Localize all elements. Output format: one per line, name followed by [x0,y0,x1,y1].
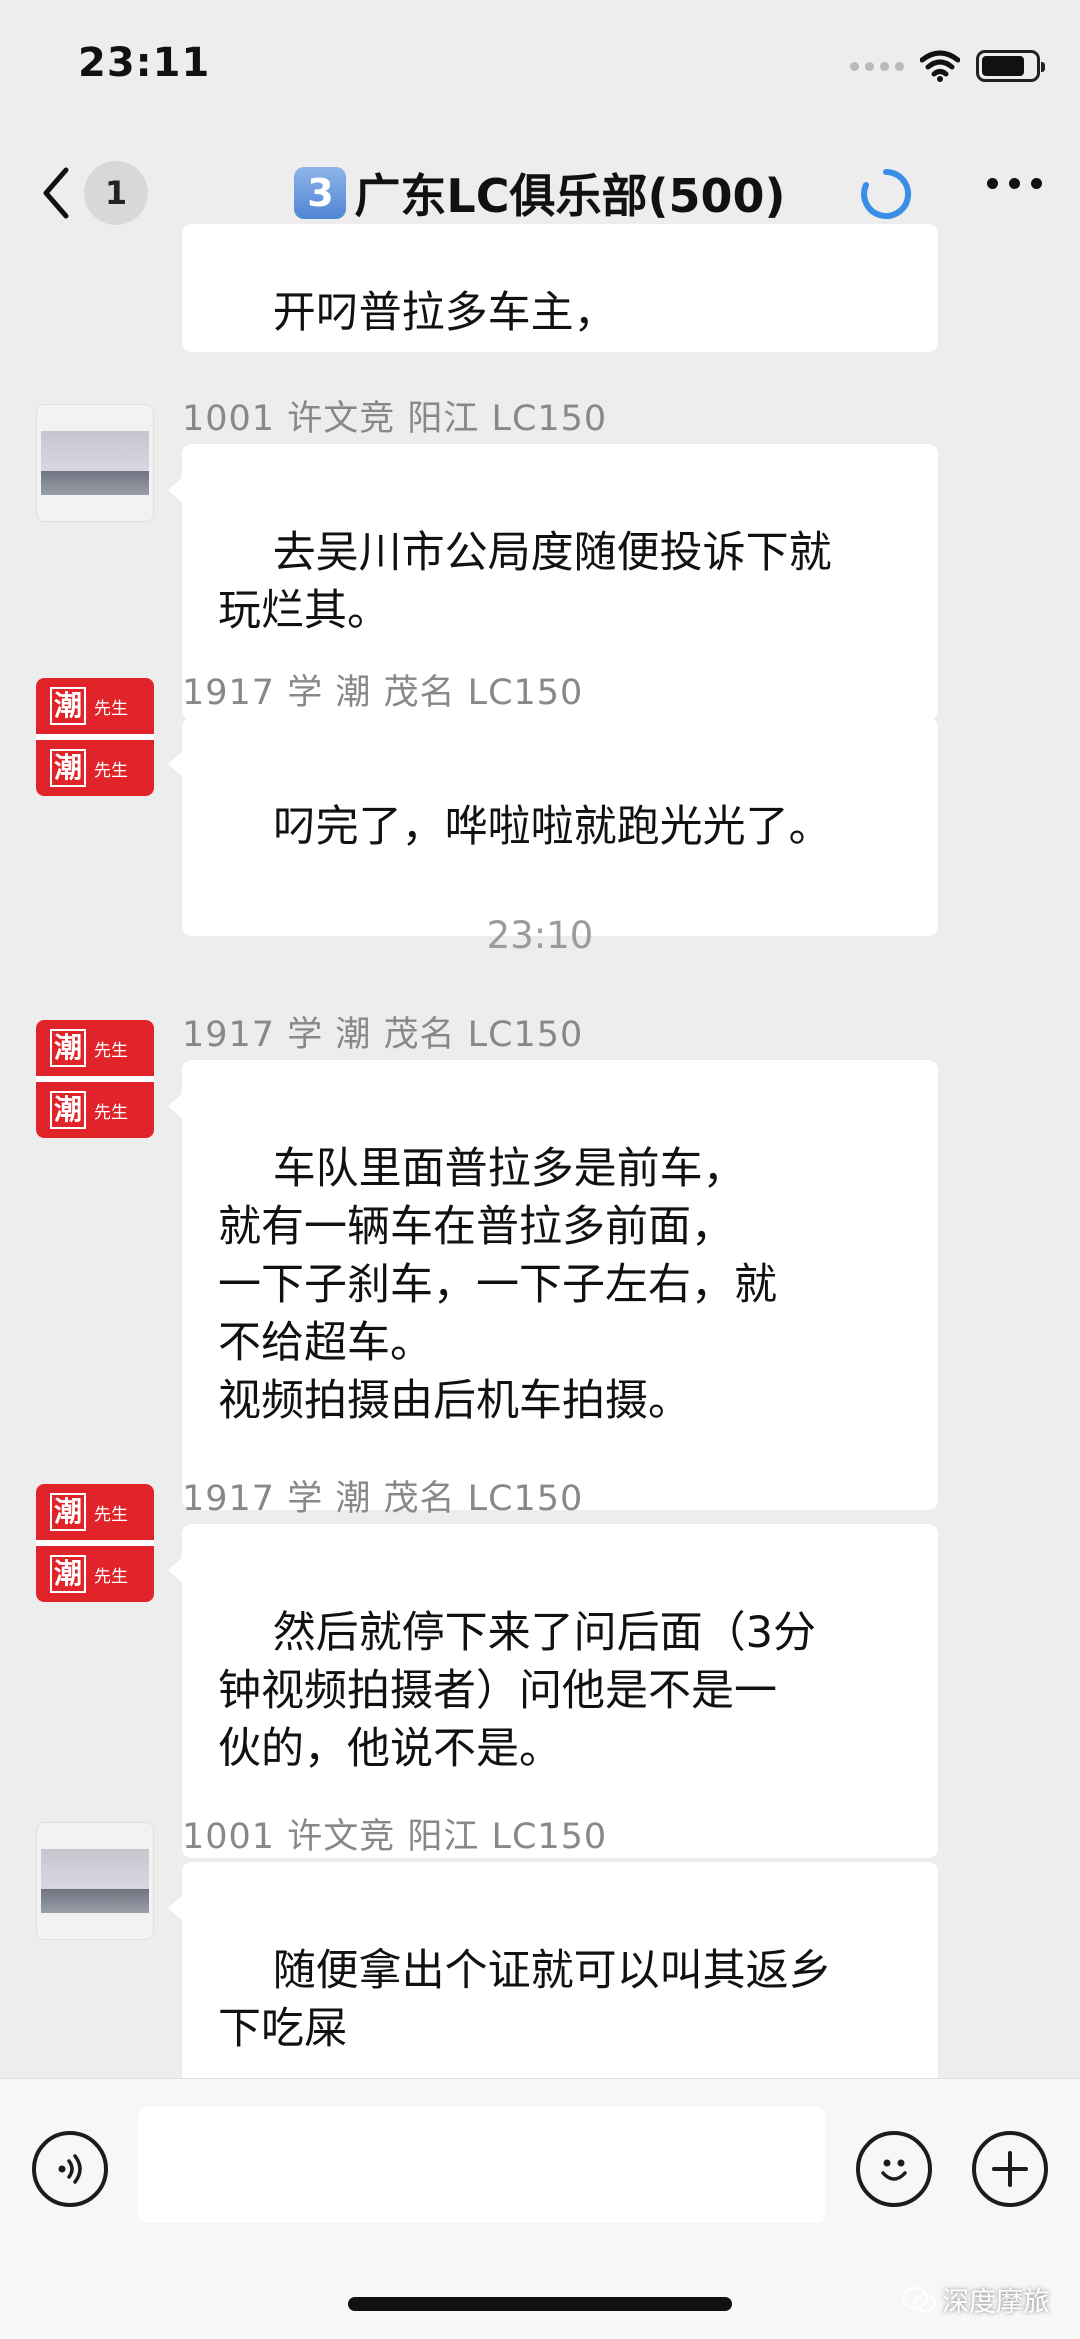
avatar-subtext: 先生 [94,760,129,781]
avatar[interactable] [36,404,154,522]
status-bar: 23:11 [0,0,1080,130]
avatar[interactable] [36,1822,154,1940]
avatar[interactable]: 潮先生 潮先生 [36,1020,154,1138]
wechat-logo-icon [902,2286,936,2312]
message-text: 去吴川市公局度随便投诉下就 玩烂其。 [218,528,832,636]
avatar-subtext: 先生 [94,698,129,719]
emoji-icon [881,2159,907,2181]
more-options-button[interactable] [987,178,1042,189]
message-text: 然后就停下来了问后面（3分 钟视频拍摄者）问他是不是一 伙的，他说不是。 [218,1608,817,1774]
status-time: 23:11 [78,40,211,86]
avatar-subtext: 先生 [94,1040,129,1061]
watermark: 深度摩旅 [902,2280,1050,2319]
sender-name: 1001 许文竞 阳江 LC150 [182,399,608,439]
voice-button[interactable] [32,2131,108,2207]
more-dot [1031,178,1042,189]
more-dot [987,178,998,189]
sender-name: 1001 许文竞 阳江 LC150 [182,1817,608,1857]
avatar-char: 潮 [50,749,87,787]
time-separator: 23:10 [486,914,594,957]
plus-icon [992,2151,1028,2187]
loading-spinner-icon [861,168,912,219]
avatar-subtext: 先生 [94,1504,129,1525]
chat-title-text: 广东LC俱乐部(500) [354,169,786,223]
avatar-subtext: 先生 [94,1102,129,1123]
status-icons [850,46,1045,86]
avatar-char: 潮 [50,687,87,725]
message-input[interactable] [138,2107,826,2223]
avatar-char: 潮 [50,1091,87,1129]
message-bubble[interactable]: 叼完了，哗啦啦就跑光光了。 [168,718,938,936]
sender-name: 1917 学 潮 茂名 LC150 [182,673,584,713]
message-bubble[interactable]: 开叼普拉多车主， [182,224,938,352]
group-number-badge: 3 [294,167,347,219]
sender-name: 1917 学 潮 茂名 LC150 [182,1015,584,1055]
chat-title[interactable]: 3 广东LC俱乐部(500) [0,160,1080,226]
avatar[interactable]: 潮先生 潮先生 [36,1484,154,1602]
voice-icon [58,2154,82,2184]
avatar-char: 潮 [50,1493,87,1531]
message-bubble[interactable]: 车队里面普拉多是前车， 就有一辆车在普拉多前面， 一下子刹车，一下子左右，就 不… [168,1060,938,1510]
avatar-char: 潮 [50,1029,87,1067]
battery-icon [976,50,1045,82]
plus-button[interactable] [972,2131,1048,2207]
avatar-char: 潮 [50,1555,87,1593]
sender-name: 1917 学 潮 茂名 LC150 [182,1479,584,1519]
message-text: 随便拿出个证就可以叫其返乡 下吃屎 [218,1946,832,2054]
message-text: 车队里面普拉多是前车， 就有一辆车在普拉多前面， 一下子刹车，一下子左右，就 不… [218,1144,777,1426]
home-indicator[interactable] [348,2297,732,2311]
emoji-button[interactable] [856,2131,932,2207]
wifi-icon [920,50,960,82]
avatar-subtext: 先生 [94,1566,129,1587]
message-text: 叼完了，哗啦啦就跑光光了。 [272,802,832,852]
watermark-text: 深度摩旅 [942,2287,1050,2318]
more-dot [1009,178,1020,189]
avatar[interactable]: 潮先生 潮先生 [36,678,154,796]
cellular-signal-icon [850,61,904,71]
message-text: 开叼普拉多车主， [272,288,617,338]
